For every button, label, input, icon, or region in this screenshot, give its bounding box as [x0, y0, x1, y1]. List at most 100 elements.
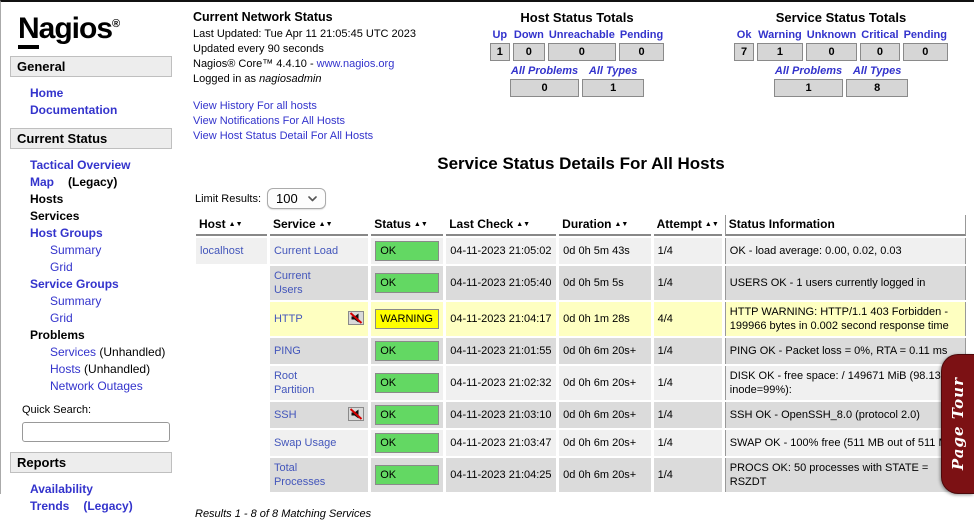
host-totals-header-up[interactable]: Up	[490, 29, 510, 41]
host-totals-summary-header-all-types[interactable]: All Types	[582, 65, 644, 77]
sidebar-item-host-groups[interactable]: Host Groups	[30, 225, 183, 241]
sort-arrows-duration[interactable]: ▲▼	[615, 221, 629, 228]
host-cell	[196, 458, 267, 492]
service-totals-summary-header-all-types[interactable]: All Types	[846, 65, 908, 77]
nagios-logo[interactable]: Nagios®	[18, 12, 183, 46]
status-badge: OK	[375, 341, 439, 361]
page-tour-button[interactable]: Page Tour	[941, 354, 974, 494]
host-status-totals: Host Status TotalsUpDownUnreachablePendi…	[457, 10, 697, 99]
host-cell: localhost	[196, 238, 267, 264]
registered-mark: ®	[112, 18, 120, 30]
service-totals-count-unknown[interactable]: 0	[806, 43, 858, 61]
sidebar-item-availability[interactable]: Availability	[30, 481, 183, 497]
sort-arrows-service[interactable]: ▲▼	[319, 221, 333, 228]
sidebar-item-grid[interactable]: Grid	[50, 310, 183, 326]
sidebar-item-map-legacy[interactable]: Map(Legacy)	[30, 174, 183, 190]
sort-arrows-last-check[interactable]: ▲▼	[516, 221, 530, 228]
duration-cell: 0d 0h 6m 20s+	[559, 338, 650, 364]
sidebar-section-general: General	[10, 56, 172, 77]
attempt-cell: 1/4	[654, 366, 722, 400]
status-information-cell: USERS OK - 1 users currently logged in	[725, 266, 966, 300]
nagios-org-link[interactable]: www.nagios.org	[317, 58, 395, 70]
username: nagiosadmin	[259, 73, 321, 85]
service-totals-summary-count-all-types[interactable]: 8	[846, 79, 908, 97]
service-link-http[interactable]: HTTP	[274, 312, 303, 326]
host-totals-count-unreachable[interactable]: 0	[548, 43, 616, 61]
service-row: PINGOK04-11-2023 21:01:550d 0h 6m 20s+1/…	[196, 338, 966, 364]
host-totals-header-pending[interactable]: Pending	[619, 29, 664, 41]
status-badge: OK	[375, 465, 439, 485]
status-badge: OK	[375, 433, 439, 453]
duration-cell: 0d 0h 6m 20s+	[559, 402, 650, 428]
column-header-last-check: Last Check▲▼	[446, 215, 556, 236]
quick-link-view-host-status-detail-for-all-hosts[interactable]: View Host Status Detail For All Hosts	[193, 129, 455, 144]
sidebar: Nagios® GeneralHomeDocumentationCurrent …	[1, 2, 183, 515]
duration-cell: 0d 0h 6m 20s+	[559, 366, 650, 400]
duration-cell: 0d 0h 6m 20s+	[559, 458, 650, 492]
sidebar-item-grid[interactable]: Grid	[50, 259, 183, 275]
attempt-cell: 1/4	[654, 266, 722, 300]
sidebar-item-service-groups[interactable]: Service Groups	[30, 276, 183, 292]
service-status-table: Host▲▼Service▲▼Status▲▼Last Check▲▼Durat…	[193, 213, 969, 494]
host-link-localhost[interactable]: localhost	[200, 245, 243, 257]
sort-arrows-status[interactable]: ▲▼	[414, 221, 428, 228]
service-totals-count-warning[interactable]: 1	[757, 43, 803, 61]
sidebar-item-documentation[interactable]: Documentation	[30, 102, 183, 118]
sidebar-item-hosts[interactable]: Hosts	[30, 191, 183, 207]
service-link-current-users[interactable]: Current Users	[274, 269, 340, 297]
host-totals-summary: All ProblemsAll Types01	[507, 63, 647, 99]
service-row: Total Processes OK 04-11-2023 21:04:250d 0…	[196, 458, 966, 492]
sort-arrows-attempt[interactable]: ▲▼	[705, 221, 719, 228]
last-check-cell: 04-11-2023 21:04:25	[446, 458, 556, 492]
host-totals-count-pending[interactable]: 0	[619, 43, 664, 61]
limit-results-select[interactable]: 100	[267, 188, 326, 209]
host-totals-count-up[interactable]: 1	[490, 43, 510, 61]
service-totals-header-ok[interactable]: Ok	[734, 29, 754, 41]
sidebar-item-hosts-unhandled[interactable]: Hosts (Unhandled)	[50, 361, 183, 377]
host-totals-header-down[interactable]: Down	[513, 29, 545, 41]
host-totals-count-down[interactable]: 0	[513, 43, 545, 61]
service-totals-summary-count-all-problems[interactable]: 1	[774, 79, 843, 97]
quick-link-view-notifications-for-all-hosts[interactable]: View Notifications For All Hosts	[193, 114, 455, 129]
sidebar-item-home[interactable]: Home	[30, 85, 183, 101]
duration-cell: 0d 0h 5m 5s	[559, 266, 650, 300]
service-link-ssh[interactable]: SSH	[274, 408, 297, 422]
sidebar-item-services[interactable]: Services	[30, 208, 183, 224]
service-totals-summary: All ProblemsAll Types18	[771, 63, 911, 99]
service-link-root-partition[interactable]: Root Partition	[274, 369, 340, 397]
host-totals-summary-count-all-types[interactable]: 1	[582, 79, 644, 97]
host-totals-summary-count-all-problems[interactable]: 0	[510, 79, 579, 97]
service-totals-count-critical[interactable]: 0	[860, 43, 899, 61]
status-information-cell: DISK OK - free space: / 149671 MiB (98.1…	[725, 366, 966, 400]
sidebar-item-network-outages[interactable]: Network Outages	[50, 378, 183, 394]
service-link-swap-usage[interactable]: Swap Usage	[274, 436, 336, 450]
quick-search: Quick Search:	[22, 404, 183, 442]
sort-arrows-host[interactable]: ▲▼	[229, 221, 243, 228]
last-check-cell: 04-11-2023 21:03:10	[446, 402, 556, 428]
last-check-cell: 04-11-2023 21:04:17	[446, 302, 556, 336]
status-badge: OK	[375, 241, 439, 261]
service-totals-summary-header-all-problems[interactable]: All Problems	[774, 65, 843, 77]
sidebar-item-summary[interactable]: Summary	[50, 293, 183, 309]
service-totals-header-pending[interactable]: Pending	[903, 29, 948, 41]
service-totals-header-critical[interactable]: Critical	[860, 29, 899, 41]
column-header-host: Host▲▼	[196, 215, 267, 236]
host-totals-header-unreachable[interactable]: Unreachable	[548, 29, 616, 41]
quick-search-input[interactable]	[22, 422, 170, 442]
service-totals-count-pending[interactable]: 0	[903, 43, 948, 61]
sidebar-item-tactical-overview[interactable]: Tactical Overview	[30, 157, 183, 173]
sidebar-item-trends-legacy[interactable]: Trends(Legacy)	[30, 498, 183, 514]
sidebar-item-summary[interactable]: Summary	[50, 242, 183, 258]
service-totals-count-ok[interactable]: 7	[734, 43, 754, 61]
service-totals-header-unknown[interactable]: Unknown	[806, 29, 858, 41]
service-totals-header-warning[interactable]: Warning	[757, 29, 803, 41]
service-link-current-load[interactable]: Current Load	[274, 244, 338, 258]
quick-link-view-history-for-all-hosts[interactable]: View History For all hosts	[193, 99, 455, 114]
notifications-disabled-icon	[348, 407, 364, 424]
sidebar-item-services-unhandled[interactable]: Services (Unhandled)	[50, 344, 183, 360]
service-row: Current UsersOK04-11-2023 21:05:400d 0h …	[196, 266, 966, 300]
service-link-ping[interactable]: PING	[274, 344, 301, 358]
status-badge: WARNING	[375, 309, 439, 329]
host-totals-summary-header-all-problems[interactable]: All Problems	[510, 65, 579, 77]
service-link-total-processes[interactable]: Total Processes	[274, 461, 340, 489]
